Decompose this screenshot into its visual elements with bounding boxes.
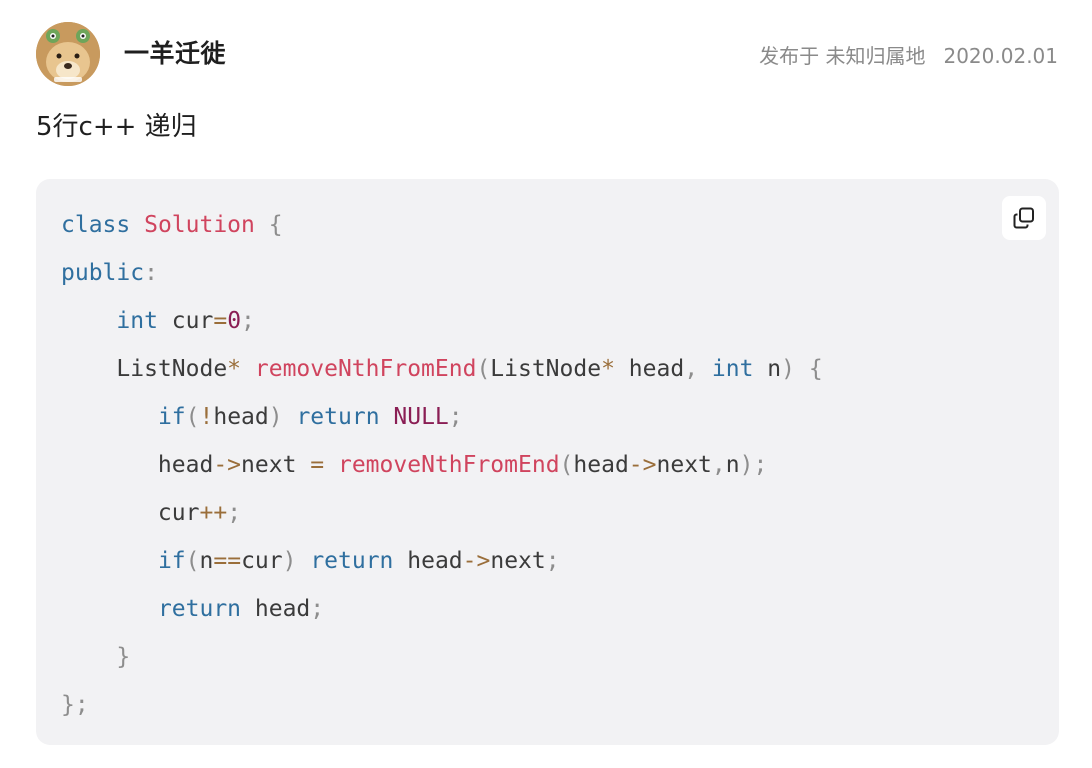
- post-card: 一羊迁徙 发布于 未知归属地 2020.02.01 5行c++ 递归 class …: [0, 0, 1092, 768]
- code-line: ListNode* removeNthFromEnd(ListNode* hea…: [61, 345, 823, 393]
- code-token: ListNode: [490, 356, 602, 382]
- code-token: int: [698, 356, 754, 382]
- code-line: int cur=0;: [61, 297, 823, 345]
- code-token: next: [490, 548, 546, 574]
- code-token: !: [199, 404, 214, 430]
- code-token: removeNthFromEnd: [241, 356, 477, 382]
- code-token: ,: [684, 356, 699, 382]
- code-token: ): [781, 356, 795, 382]
- code-token: ++: [199, 500, 228, 526]
- code-token: =: [213, 308, 228, 334]
- code-line: cur++;: [61, 489, 823, 537]
- code-token: ): [282, 548, 297, 574]
- code-token: (: [559, 452, 574, 478]
- code-token: n: [753, 356, 782, 382]
- code-token: ListNode: [61, 356, 228, 382]
- location-label: 发布于 未知归属地: [759, 44, 926, 68]
- code-token: *: [601, 356, 615, 382]
- post-header: 一羊迁徙 发布于 未知归属地 2020.02.01: [36, 20, 1058, 86]
- code-token: head: [61, 452, 214, 478]
- code-token: *: [227, 356, 242, 382]
- code-token: ->: [213, 452, 242, 478]
- code-token: n: [199, 548, 214, 574]
- code-token: ;: [310, 596, 325, 622]
- code-token: };: [61, 692, 89, 718]
- code-token: ==: [213, 548, 242, 574]
- code-token: Solution: [130, 212, 255, 238]
- code-token: =: [310, 452, 325, 478]
- code-token: return: [157, 596, 242, 622]
- post-title: 5行c++ 递归: [36, 112, 197, 142]
- code-token: if: [157, 404, 186, 430]
- code-token: head: [573, 452, 629, 478]
- code-token: 0: [227, 308, 242, 334]
- code-token: (: [476, 356, 491, 382]
- code-token: ->: [628, 452, 657, 478]
- author-name[interactable]: 一羊迁徙: [124, 34, 226, 70]
- code-token: :: [144, 260, 158, 286]
- code-token: head: [614, 356, 685, 382]
- code-token: ;: [241, 308, 255, 334]
- code-token: {: [254, 212, 283, 238]
- code-token: ;: [227, 500, 242, 526]
- code-token: ): [739, 452, 754, 478]
- avatar-image: [36, 22, 100, 86]
- code-token: cur: [61, 500, 200, 526]
- code-line: }: [61, 633, 823, 681]
- code-token: ;: [545, 548, 560, 574]
- code-line: if(!head) return NULL;: [61, 393, 823, 441]
- code-line: if(n==cur) return head->next;: [61, 537, 823, 585]
- code-token: return: [282, 404, 380, 430]
- code-line: };: [61, 681, 823, 729]
- code-token: (: [185, 404, 200, 430]
- code-token: public: [61, 260, 145, 286]
- code-token: ,: [711, 452, 726, 478]
- copy-icon: [1013, 207, 1034, 229]
- code-token: removeNthFromEnd: [324, 452, 560, 478]
- code-token: int: [116, 308, 158, 334]
- code-token: cur: [157, 308, 214, 334]
- code-token: head: [241, 596, 311, 622]
- code-token: ->: [462, 548, 491, 574]
- code-token: head: [393, 548, 463, 574]
- dog-avatar-icon[interactable]: [36, 22, 100, 86]
- code-token: next: [241, 452, 311, 478]
- code-token: n: [725, 452, 740, 478]
- code-token: head: [213, 404, 269, 430]
- code-token: }: [116, 644, 131, 670]
- post-meta: 发布于 未知归属地 2020.02.01: [759, 40, 1058, 69]
- code-token: (: [185, 548, 200, 574]
- code-token: ;: [448, 404, 463, 430]
- copy-button[interactable]: [1002, 196, 1046, 240]
- code-line: return head;: [61, 585, 823, 633]
- code-token: if: [157, 548, 186, 574]
- code-line: public:: [61, 249, 823, 297]
- code-token: NULL: [379, 404, 449, 430]
- code-token: class: [61, 212, 131, 238]
- code-token: ): [268, 404, 283, 430]
- post-date: 2020.02.01: [943, 44, 1058, 68]
- code-line: head->next = removeNthFromEnd(head->next…: [61, 441, 823, 489]
- code-content[interactable]: class Solution {public: int cur=0; ListN…: [61, 201, 823, 729]
- code-token: {: [795, 356, 823, 382]
- code-token: next: [656, 452, 712, 478]
- code-line: class Solution {: [61, 201, 823, 249]
- code-token: return: [296, 548, 394, 574]
- code-block: class Solution {public: int cur=0; ListN…: [36, 179, 1059, 745]
- code-token: cur: [241, 548, 283, 574]
- code-token: ;: [753, 452, 768, 478]
